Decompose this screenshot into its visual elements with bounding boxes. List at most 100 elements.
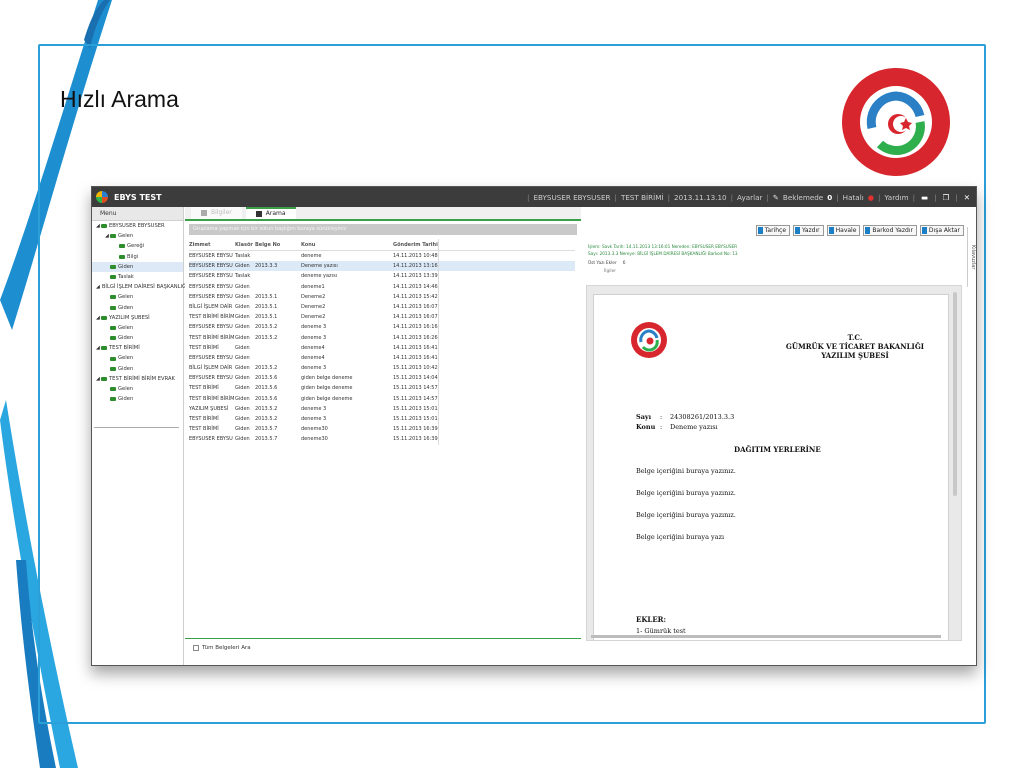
column-header[interactable]: Konu [301,239,393,250]
table-cell: EBYSUSER EBYSU [189,354,233,361]
table-cell: 2013.5.1 [255,314,278,321]
tree-item[interactable]: Gelen [92,323,183,333]
table-cell: EBYSUSER EBYSU [189,253,233,259]
print-button[interactable]: Yazdır [793,225,824,236]
column-header[interactable]: Belge No [255,239,301,250]
tree-item[interactable]: Gelen [92,292,183,302]
table-row[interactable]: BİLGİ İŞLEM DAİR Giden 2013.5.1 Deneme2 14.1… [189,301,575,313]
table-cell: EBYSUSER EBYSU [189,273,233,280]
table-row[interactable]: TEST BİRİMİ Giden 2013.5.6 giden belge dene… [189,383,575,394]
forward-button[interactable]: Havale [826,225,861,236]
table-cell: TEST BİRİMİ [189,416,219,422]
table-cell: giden belge deneme [301,375,353,382]
column-header[interactable]: Gönderim Tarihi [393,239,439,250]
side-panel-tab[interactable]: Kılavuzlar [967,227,976,287]
table-cell: TEST BİRİMİ [189,385,219,392]
tab-arama[interactable]: Arama [245,207,296,219]
table-row[interactable]: TEST BİRİMİ Giden deneme4 14.11.2013 16:41: [189,342,575,353]
tree-item[interactable]: Gelen [92,353,183,363]
table-cell: 14.11.2013 10:48: [393,251,439,262]
letterhead-line: GÜMRÜK VE TİCARET BAKANLIĞI [785,342,925,351]
close-icon[interactable]: ✕ [962,193,972,202]
help-link[interactable]: Yardım [884,193,908,202]
errors-label[interactable]: Hatalı [843,193,864,202]
tree-item[interactable]: ◢ BİLGİ İŞLEM DAİRESİ BAŞKANLIĞI [92,282,188,292]
attachment-count[interactable]: 6 [623,261,626,266]
pending-label[interactable]: Beklemede [783,193,823,202]
table-cell: giden belge deneme [301,395,353,402]
tree-item[interactable]: Giden [92,364,183,374]
table-row[interactable]: TEST BİRİMİ BİRİM Giden 2013.5.2 deneme 3 14… [189,332,575,343]
expand-arrow-icon[interactable]: ◢ [96,282,100,292]
table-cell: 2013.5.2 [255,405,278,412]
table-row[interactable]: EBYSUSER EBYSU Giden 2013.5.6 giden belge d… [189,373,575,384]
main-document-link[interactable]: Üst Yazı Ekler [588,261,617,266]
navigation-pane: Menu ◢ EBYSUSER EBYSUSER ◢ Gelen Gereği Bilgi… [92,207,188,665]
menu-header: Menu [92,207,183,221]
settings-link[interactable]: Ayarlar [737,193,762,202]
document-number-line: Sayı:24308261/2013.3.3 [636,413,735,421]
group-by-drop-area[interactable]: Gruplama yapmak için bir sütun başlığını… [189,224,577,235]
tree-item[interactable]: ◢ Gelen [92,231,183,241]
table-row[interactable]: EBYSUSER EBYSU Giden 2013.5.1 Deneme2 14.11.… [189,291,575,302]
column-header[interactable]: Zimmet [189,239,235,250]
history-button[interactable]: Tarihçe [755,225,791,236]
table-cell: Giden [235,263,250,270]
table-cell: Giden [235,283,250,290]
table-cell: giden belge deneme [301,385,353,392]
table-cell: 14.11.2013 16:07: [393,301,439,313]
current-unit[interactable]: TEST BİRİMİ [621,193,664,202]
table-row[interactable]: EBYSUSER EBYSU Giden 2013.5.2 deneme 3 14.11… [189,322,575,333]
table-cell: 2013.5.2 [255,324,278,331]
tree-item[interactable]: Giden [92,303,183,313]
table-row[interactable]: EBYSUSER EBYSU Giden deneme1 14.11.2013 14:… [189,281,575,292]
table-row[interactable]: TEST BİRİMİ Giden 2013.5.7 deneme30 15.11.20… [189,424,575,435]
tree-item[interactable]: ◢ EBYSUSER EBYSUSER [92,221,183,231]
table-row[interactable]: YAZILIM ŞUBESİ Giden 2013.5.2 deneme 3 15.11… [189,403,575,414]
tree-item[interactable]: Gereği [92,241,183,251]
table-row[interactable]: BİLGİ İŞLEM DAİR Giden 2013.5.2 deneme 3 15.… [189,363,575,374]
ebys-app-window: EBYS TEST | EBYSUSER EBYSUSER | TEST BİR… [91,186,977,666]
current-user: EBYSUSER EBYSUSER [533,192,611,202]
search-all-documents-checkbox[interactable] [193,645,199,651]
search-all-documents-option[interactable]: Tüm Belgeleri Ara [193,645,251,651]
table-row[interactable]: EBYSUSER EBYSU Taslak deneme 14.11.2013 10:… [189,251,575,262]
app-titlebar: EBYS TEST | EBYSUSER EBYSUSER | TEST BİR… [92,187,976,207]
table-row[interactable]: EBYSUSER EBYSU Giden deneme4 14.11.2013 16:… [189,352,575,364]
document-letterhead: T.C. GÜMRÜK VE TİCARET BAKANLIĞI YAZILIM… [594,333,950,360]
table-row[interactable]: EBYSUSER EBYSU Giden 2013.5.7 deneme30 15.11… [189,434,575,445]
tab-bilgiler[interactable]: Bilgiler [191,207,242,219]
minimize-icon[interactable]: ▬ [919,193,930,202]
subject-label: Konu [636,423,656,431]
tree-item[interactable]: Giden [92,261,183,272]
attachment-item: 1- Gümrük test [636,627,686,635]
table-cell: deneme [301,253,322,259]
export-button[interactable]: Dışa Aktar [919,225,964,236]
table-row[interactable]: EBYSUSER EBYSU Taslak deneme yazısı 14.11.2… [189,271,575,282]
table-row[interactable]: TEST BİRİMİ Giden 2013.5.2 deneme 3 15.11.20… [189,414,575,425]
related-documents-link[interactable]: İlgiler [604,269,616,274]
print-barcode-button[interactable]: Barkod Yazdır [863,225,917,236]
tab-label: Arama [265,210,286,217]
tree-item[interactable]: Gelen [92,384,183,394]
pen-icon: ✎ [772,192,779,202]
document-page: T.C. GÜMRÜK VE TİCARET BAKANLIĞI YAZILIM… [593,294,950,640]
restore-icon[interactable]: ❐ [941,193,952,202]
table-cell: deneme 3 [301,416,327,422]
table-row[interactable]: EBYSUSER EBYSU Giden 2013.3.3 Deneme yazısı… [189,261,575,272]
table-row[interactable]: TEST BİRİMİ BİRİM Giden 2013.5.1 Deneme2 14.… [189,312,575,323]
tree-horizontal-scrollbar[interactable] [94,427,179,430]
table-row[interactable]: TEST BİRİMİ BİRİM Giden 2013.5.6 giden belg… [189,393,575,404]
tree-item[interactable]: ◢ TEST BİRİMİ BİRİM EVRAK [92,374,183,384]
tree-item[interactable]: Giden [92,333,183,343]
tree-item[interactable]: ◢ TEST BİRİMİ [92,343,183,353]
tree-item[interactable]: Giden [92,394,183,404]
tree-item[interactable]: Taslak [92,272,183,282]
viewer-horizontal-scrollbar[interactable] [591,635,941,638]
table-cell: 14.11.2013 16:41: [393,352,439,364]
tree-item-label: Gereği [127,243,145,250]
viewer-vertical-scrollbar[interactable] [953,292,957,496]
tree-item[interactable]: Bilgi [92,252,183,262]
column-header[interactable]: Klasör [235,239,255,250]
tree-item[interactable]: ◢ YAZILIM ŞUBESİ [92,313,183,323]
